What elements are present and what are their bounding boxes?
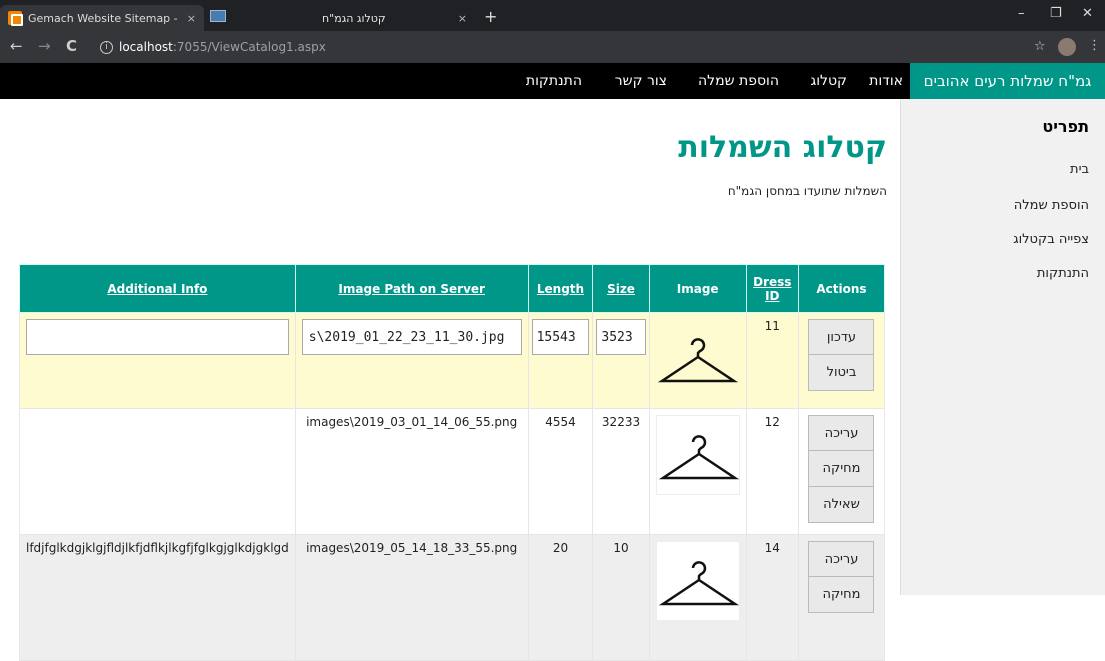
url-host: localhost (119, 40, 173, 54)
dress-image (655, 541, 740, 621)
header-image-path[interactable]: Image Path on Server (294, 264, 529, 313)
maximize-icon[interactable]: ❐ (1050, 6, 1062, 21)
browser-tab-bar: Gemach Website Sitemap - draw × קטלוג הג… (0, 0, 1105, 31)
dress-image (655, 415, 740, 495)
minimize-icon[interactable]: – (1018, 6, 1025, 21)
size-cell: 32233 (592, 408, 650, 535)
profile-avatar[interactable] (1058, 38, 1076, 56)
reload-icon[interactable]: C (66, 37, 77, 55)
sidebar: תפריט בית הוספת שמלה צפייה בקטלוג התנתקו… (900, 99, 1105, 595)
tab-title: Gemach Website Sitemap - draw (28, 11, 178, 25)
image-path-cell: images\2019_05_14_18_33_55.png (294, 534, 529, 661)
forward-icon[interactable]: → (38, 37, 51, 55)
header-image: Image (648, 264, 747, 313)
brand-link[interactable]: גמ"ח שמלות רעים אהובים (910, 63, 1105, 99)
additional-info-cell (19, 408, 296, 535)
catalog-table: Additional Info Image Path on Server Len… (19, 264, 886, 661)
update-button[interactable]: עדכון (808, 319, 875, 355)
header-dress-id[interactable]: Dress ID (745, 264, 799, 313)
browser-tab-catalog[interactable]: קטלוג הגמ"ח × (300, 5, 475, 31)
header-additional-info[interactable]: Additional Info (19, 264, 296, 313)
drawio-icon (8, 11, 23, 26)
bookmark-star-icon[interactable]: ☆ (1034, 39, 1046, 54)
hanger-icon (658, 561, 739, 606)
table-row-editing: s\2019_01_22_23_11_30.jpg 15543 3523 11 … (19, 312, 886, 409)
header-size[interactable]: Size (592, 264, 650, 313)
length-cell: 20 (527, 534, 594, 661)
delete-button[interactable]: מחיקה (808, 577, 875, 613)
browser-menu-icon[interactable]: ⋮ (1088, 38, 1101, 53)
sidebar-item-logout[interactable]: התנתקות (1037, 266, 1089, 281)
address-bar: ← → C i localhost :7055/ViewCatalog1.asp… (0, 31, 1105, 63)
page-title: קטלוג השמלות (678, 130, 887, 165)
close-tab-icon[interactable]: × (458, 12, 467, 25)
table-header-row: Additional Info Image Path on Server Len… (19, 264, 886, 313)
sidebar-title: תפריט (1042, 117, 1089, 136)
edit-button[interactable]: עריכה (808, 541, 875, 577)
hanger-icon (658, 435, 739, 480)
dress-id: 11 (745, 312, 799, 409)
page-subtitle: השמלות שתועדו במחסן הגמ"ח (727, 184, 887, 198)
nav-add-dress[interactable]: הוספת שמלה (698, 63, 779, 99)
image-path-input[interactable]: s\2019_01_22_23_11_30.jpg (301, 319, 522, 355)
sidebar-item-home[interactable]: בית (1070, 162, 1089, 177)
size-input[interactable]: 3523 (596, 319, 646, 355)
nav-about[interactable]: אודות (869, 63, 903, 99)
window-close-icon[interactable]: ✕ (1082, 6, 1093, 21)
dress-id: 14 (745, 534, 799, 661)
close-tab-icon[interactable]: × (187, 12, 196, 25)
info-icon[interactable]: i (100, 40, 113, 54)
length-input[interactable]: 15543 (531, 319, 590, 355)
additional-info-cell: lfdjfglkdgjklgjfldjlkfjdflkjlkgfjfglkgjg… (19, 534, 296, 661)
url-field[interactable]: i localhost :7055/ViewCatalog1.aspx (100, 36, 1020, 58)
header-actions: Actions (797, 264, 886, 313)
table-row: images\2019_03_01_14_06_55.png 4554 3223… (19, 408, 886, 535)
cancel-button[interactable]: ביטול (808, 355, 875, 391)
length-cell: 4554 (527, 408, 594, 535)
sidebar-item-catalog[interactable]: צפייה בקטלוג (1013, 232, 1089, 247)
dress-image (655, 319, 740, 399)
nav-logout[interactable]: התנתקות (526, 63, 582, 99)
edit-button[interactable]: עריכה (808, 415, 875, 451)
hanger-icon (657, 338, 738, 383)
nav-contact[interactable]: צור קשר (615, 63, 667, 99)
size-cell: 10 (592, 534, 650, 661)
dress-id: 12 (745, 408, 799, 535)
sidebar-item-add-dress[interactable]: הוספת שמלה (1014, 198, 1089, 213)
header-length[interactable]: Length (527, 264, 594, 313)
back-icon[interactable]: ← (10, 37, 23, 55)
table-row: lfdjfglkdgjklgjfldjlkfjdflkjlkgfjfglkgjg… (19, 534, 886, 661)
url-path: :7055/ViewCatalog1.aspx (172, 40, 326, 54)
new-tab-icon[interactable]: + (484, 7, 497, 26)
additional-info-input[interactable] (26, 319, 289, 355)
image-path-cell: images\2019_03_01_14_06_55.png (294, 408, 529, 535)
delete-button[interactable]: מחיקה (808, 451, 875, 487)
browser-tab-sitemap[interactable]: Gemach Website Sitemap - draw × (0, 5, 204, 31)
tab-title: קטלוג הגמ"ח (322, 11, 386, 25)
tab-thumbnail-icon[interactable] (210, 10, 226, 22)
site-navbar: גמ"ח שמלות רעים אהובים אודות קטלוג הוספת… (0, 63, 1105, 99)
nav-catalog[interactable]: קטלוג (810, 63, 847, 99)
borrow-button[interactable]: שאילה (808, 487, 875, 523)
